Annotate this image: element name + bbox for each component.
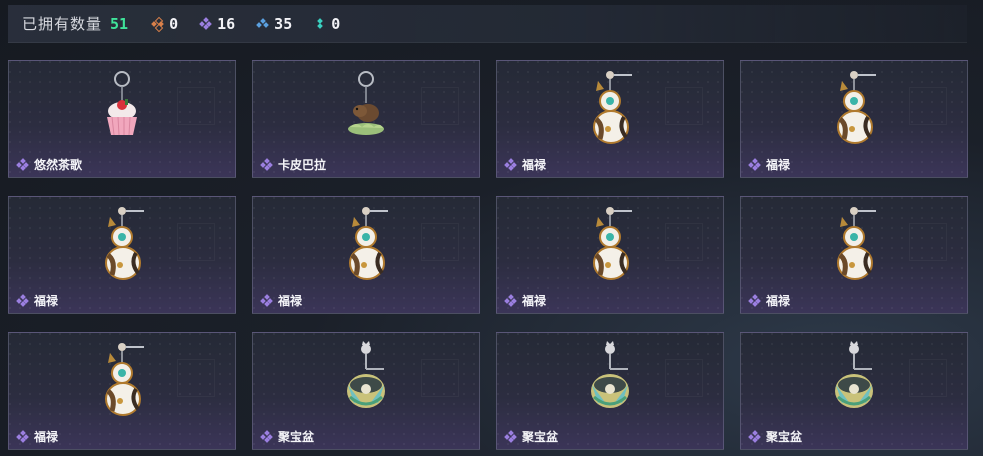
item-card[interactable]: 福禄 [740,196,968,314]
item-name: 卡皮巴拉 [278,158,327,172]
item-card[interactable]: 福禄 [252,196,480,314]
item-card[interactable]: 福禄 [8,196,236,314]
item-name: 福禄 [522,294,547,308]
item-name: 福禄 [34,294,59,308]
item-card[interactable]: 福禄 [740,60,968,178]
item-name-row: 悠然茶歌 [16,156,83,173]
blue-diamond-icon [256,18,270,29]
gourd-charm-icon [593,71,632,144]
item-name-row: 福禄 [260,292,303,309]
item-name: 福禄 [278,294,303,308]
gourd-charm-icon [349,207,388,280]
item-name: 悠然茶歌 [34,158,83,172]
item-name-row: 聚宝盆 [748,428,803,445]
treasure-bowl-charm-icon [591,341,629,408]
stat-teal-value: 0 [331,14,341,33]
rarity-icon [504,430,517,443]
item-name-row: 福禄 [748,156,791,173]
capybara-charm-icon [348,71,384,135]
item-name-row: 福禄 [504,156,547,173]
orange-diamond-icon [151,16,164,33]
stat-blue: 35 [256,14,293,33]
inventory-header: 已拥有数量 51 0 16 35 0 [8,5,967,43]
rarity-icon [504,158,517,171]
item-name-row: 福禄 [748,292,791,309]
item-name-row: 福禄 [16,428,59,445]
gourd-charm-icon [837,71,876,144]
rarity-icon [260,294,273,307]
rarity-icon [16,430,29,443]
rarity-icon [260,430,273,443]
rarity-icon [16,294,29,307]
teal-diamond-icon [314,18,325,29]
rarity-icon [748,294,761,307]
stat-orange-value: 0 [169,14,179,33]
item-name: 聚宝盆 [766,430,803,444]
owned-count: 51 [110,14,129,33]
item-name: 福禄 [522,158,547,172]
item-name-row: 福禄 [16,292,59,309]
gourd-charm-icon [593,207,632,280]
item-name: 福禄 [34,430,59,444]
purple-diamond-icon [199,17,212,30]
item-name-row: 聚宝盆 [260,428,315,445]
gourd-charm-icon [105,343,144,416]
item-card[interactable]: 聚宝盆 [496,332,724,450]
stat-purple-value: 16 [217,14,236,33]
gourd-charm-icon [105,207,144,280]
item-grid: 悠然茶歌 卡皮巴拉 福禄 福禄 福禄 福禄 福禄 福禄 福禄 聚宝盆 聚宝盆 聚… [8,60,968,450]
cupcake-charm-icon [107,71,137,136]
treasure-bowl-charm-icon [835,341,873,408]
rarity-icon [260,158,273,171]
gourd-charm-icon [837,207,876,280]
item-name-row: 聚宝盆 [504,428,559,445]
treasure-bowl-charm-icon [347,341,385,408]
item-card[interactable]: 聚宝盆 [740,332,968,450]
item-card[interactable]: 聚宝盆 [252,332,480,450]
rarity-icon [748,430,761,443]
owned-label: 已拥有数量 [22,15,103,33]
item-card[interactable]: 悠然茶歌 [8,60,236,178]
stat-purple: 16 [199,14,236,33]
item-card[interactable]: 福禄 [8,332,236,450]
item-name: 福禄 [766,294,791,308]
stat-teal: 0 [314,15,340,33]
rarity-icon [16,158,29,171]
item-card[interactable]: 卡皮巴拉 [252,60,480,178]
stat-orange: 0 [151,14,179,33]
item-card[interactable]: 福禄 [496,60,724,178]
rarity-icon [504,294,517,307]
rarity-icon [748,158,761,171]
item-name-row: 福禄 [504,292,547,309]
item-name: 聚宝盆 [278,430,315,444]
item-name: 聚宝盆 [522,430,559,444]
item-name-row: 卡皮巴拉 [260,156,327,173]
stat-blue-value: 35 [274,14,293,33]
item-name: 福禄 [766,158,791,172]
item-card[interactable]: 福禄 [496,196,724,314]
